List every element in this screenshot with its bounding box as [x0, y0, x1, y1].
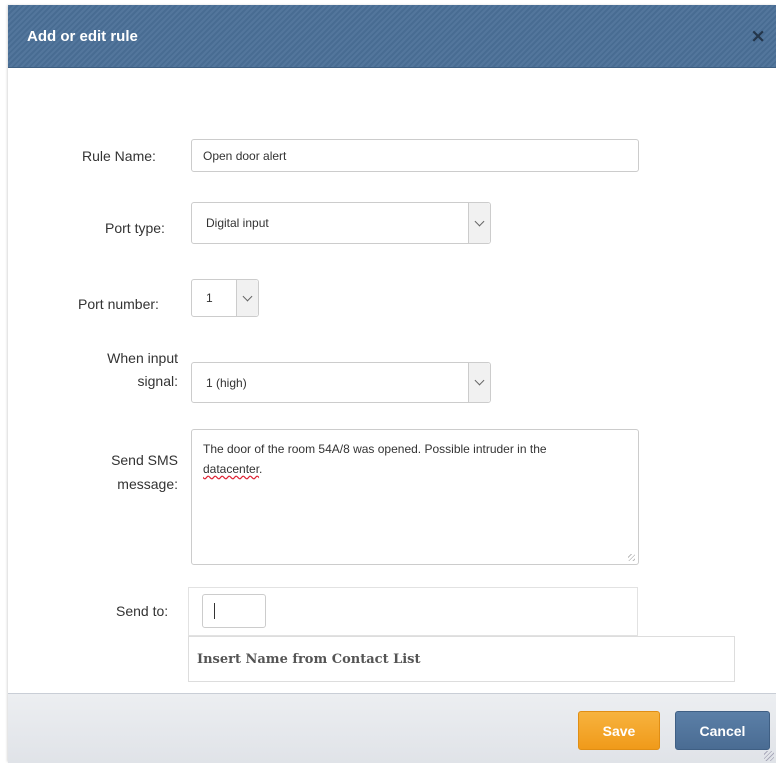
contact-list-hint: Insert Name from Contact List	[197, 651, 421, 667]
dialog-footer: Save Cancel	[8, 693, 776, 763]
port-type-label: Port type:	[105, 220, 165, 236]
sms-message-misspelled-word: datacenter	[203, 462, 260, 476]
sms-message-label-line2: message:	[117, 476, 178, 492]
sms-message-text: The door of the room 54A/8 was opened. P…	[203, 442, 547, 456]
send-to-field[interactable]	[188, 587, 638, 636]
chevron-down-icon[interactable]	[236, 280, 258, 316]
sms-message-textarea[interactable]: The door of the room 54A/8 was opened. P…	[191, 429, 639, 565]
text-caret	[214, 603, 215, 619]
send-to-label: Send to:	[116, 603, 169, 619]
rule-name-value: Open door alert	[203, 148, 287, 163]
cancel-button[interactable]: Cancel	[675, 711, 770, 750]
save-button[interactable]: Save	[578, 711, 660, 750]
add-edit-rule-dialog: Add or edit rule × Rule Name: Open door …	[8, 5, 776, 763]
chevron-down-icon[interactable]	[468, 363, 490, 402]
input-signal-label-line1: When input	[107, 350, 178, 366]
resize-grip-icon[interactable]	[764, 751, 774, 761]
port-number-value: 1	[206, 291, 213, 305]
input-signal-select[interactable]: 1 (high)	[191, 362, 491, 403]
sms-message-text-end: .	[259, 462, 263, 476]
port-number-select[interactable]: 1	[191, 279, 259, 317]
send-to-input[interactable]	[202, 594, 266, 628]
dialog-title: Add or edit rule	[27, 28, 138, 45]
port-type-select[interactable]: Digital input	[191, 202, 491, 244]
resize-grip-icon[interactable]	[628, 554, 635, 561]
chevron-down-icon[interactable]	[468, 203, 490, 243]
page-edge	[0, 0, 8, 762]
port-type-value: Digital input	[206, 216, 269, 230]
close-icon[interactable]: ×	[750, 27, 766, 46]
dialog-body: Rule Name: Open door alert Port type: Di…	[8, 68, 776, 692]
rule-name-input[interactable]: Open door alert	[191, 139, 639, 172]
sms-message-label-line1: Send SMS	[111, 452, 178, 468]
rule-name-label: Rule Name:	[82, 148, 156, 164]
input-signal-label-line2: signal:	[137, 373, 178, 389]
contact-list-suggestion[interactable]: Insert Name from Contact List	[188, 636, 735, 682]
dialog-header: Add or edit rule ×	[8, 5, 776, 68]
input-signal-value: 1 (high)	[206, 375, 247, 390]
port-number-label: Port number:	[78, 296, 159, 312]
